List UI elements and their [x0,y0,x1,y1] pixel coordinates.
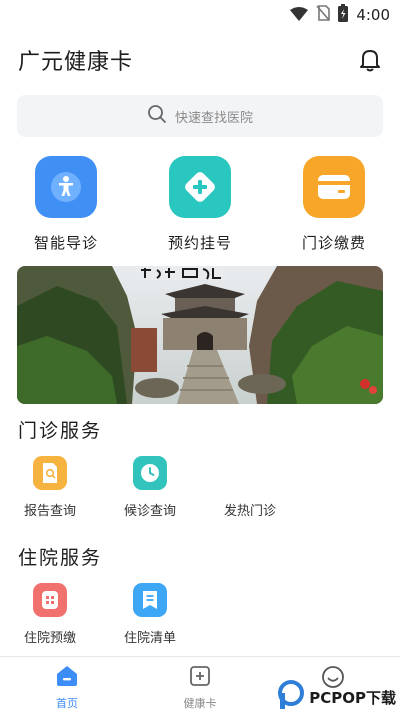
section-title-inpatient: 住院服务 [18,547,103,569]
search-input[interactable]: 快速查找医院 [17,95,383,137]
search-placeholder: 快速查找医院 [174,110,253,126]
service-label: 报告查询 [23,504,76,519]
bell-icon[interactable] [358,48,382,72]
quick-action-label: 预约挂号 [167,234,232,252]
status-time: 4:00 [356,6,390,24]
watermark: PCPOP下载 [277,680,396,714]
header: 广元健康卡 [18,40,382,80]
section-title-outpatient: 门诊服务 [18,420,103,442]
list-icon [133,583,167,617]
tab-label: 首页 [56,697,78,710]
person-guide-icon [35,156,97,218]
service-report-query[interactable]: 报告查询 [5,456,95,519]
page-title: 广元健康卡 [18,50,134,75]
quick-action-smart-guide[interactable]: 智能导诊 [16,156,116,253]
deposit-icon [33,583,67,617]
tab-health-card[interactable]: 健康卡 [160,665,240,711]
watermark-text: PCPOP下载 [309,688,396,707]
service-label: 住院预缴 [23,631,76,646]
tab-label: 健康卡 [183,697,217,710]
status-icons: 4:00 [290,4,390,26]
quick-action-payment[interactable]: 门诊缴费 [284,156,384,253]
clock-icon [133,456,167,490]
tab-home[interactable]: 首页 [27,665,107,711]
report-icon [33,456,67,490]
battery-icon [338,4,349,26]
service-label: 住院清单 [123,631,176,646]
wallet-icon [303,156,365,218]
banner-image[interactable] [17,266,383,404]
fever-clinic-icon-placeholder [233,456,267,490]
service-waiting-query[interactable]: 候诊查询 [105,456,195,519]
home-icon [56,665,78,691]
no-sim-icon [316,5,331,25]
quick-action-appointment[interactable]: 预约挂号 [150,156,250,253]
card-plus-icon [189,665,211,691]
plus-icon [169,156,231,218]
service-inpatient-deposit[interactable]: 住院预缴 [5,583,95,646]
service-label: 发热门诊 [223,504,276,519]
wifi-icon [290,6,309,25]
service-fever-clinic[interactable]: 发热门诊 [205,456,295,519]
quick-action-label: 智能导诊 [33,234,98,252]
pcpop-logo-icon [277,680,305,714]
service-label: 候诊查询 [123,504,176,519]
status-bar: 4:00 [0,0,400,28]
quick-action-label: 门诊缴费 [301,234,366,252]
service-inpatient-list[interactable]: 住院清单 [105,583,195,646]
search-icon [147,104,167,128]
